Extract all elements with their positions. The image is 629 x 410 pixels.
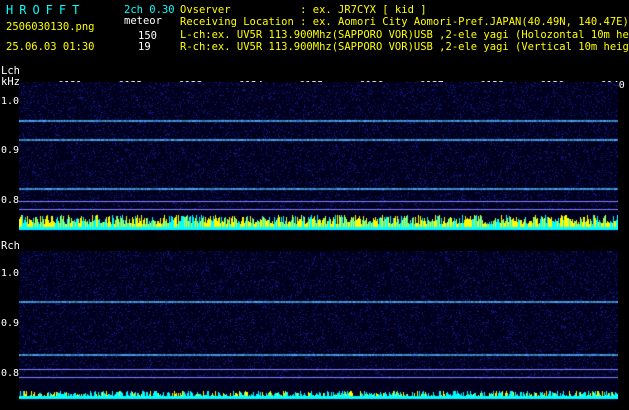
app-logo: HROFFT <box>6 3 86 17</box>
rch-spectrogram <box>19 251 618 401</box>
record-datetime: 25.06.03 01:30 <box>6 41 95 53</box>
lch-ytick-1-0: 1.0 <box>1 96 20 107</box>
lch-ytick-0-9: 0.9 <box>1 145 20 156</box>
rch-label: Rch <box>1 240 20 252</box>
observer-info: Ovserver : ex. JR7CYX [ kid ] <box>180 4 427 16</box>
rch-receiver-info: R-ch:ex. UV5R 113.900Mhz(SAPPORO VOR)USB… <box>180 41 629 53</box>
file-name: 2506030130.png <box>6 21 95 33</box>
lch-ytick-0-8: 0.8 <box>1 195 20 206</box>
location-info: Receiving Location : ex. Aomori City Aom… <box>180 16 629 28</box>
lch-spectrogram <box>19 82 618 232</box>
khz-unit-label: kHz <box>1 76 20 88</box>
lch-receiver-info: L-ch:ex. UV5R 113.900Mhz(SAPPORO VOR)USB… <box>180 29 629 41</box>
rch-ytick-0-9: 0.9 <box>1 318 20 329</box>
rch-ytick-0-8: 0.8 <box>1 368 20 379</box>
meteor-label: meteor <box>124 15 162 27</box>
rch-ytick-1-0: 1.0 <box>1 268 20 279</box>
rch-meteor-count: 19 <box>138 41 151 53</box>
